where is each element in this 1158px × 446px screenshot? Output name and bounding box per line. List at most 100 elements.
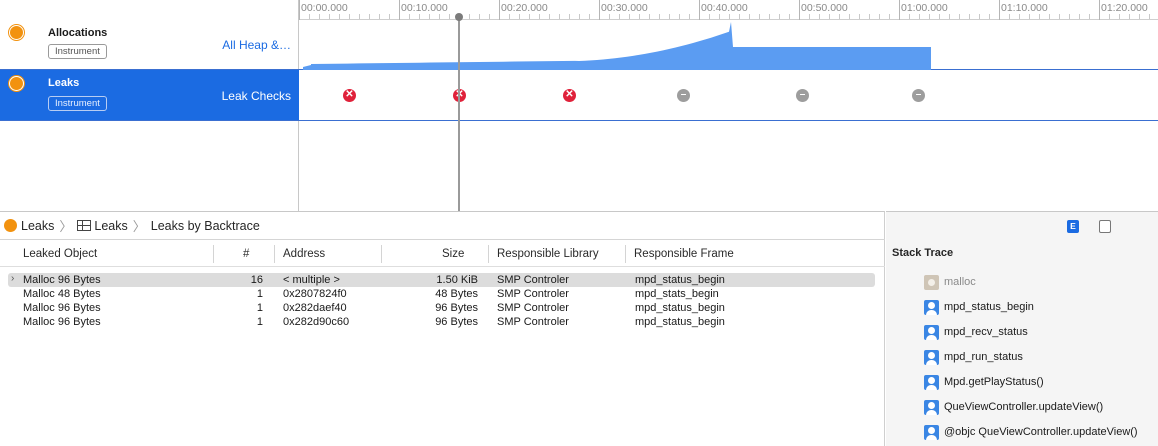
track-badge-leaks: Instrument	[48, 96, 107, 111]
leak-marker-glyph: ✕	[565, 89, 574, 100]
ruler-minor-tick	[369, 14, 370, 19]
table-row[interactable]: Malloc 96 Bytes 1 0x282d90c60 96 Bytes SMP C…	[8, 315, 875, 329]
disclosure-triangle-icon[interactable]: ›	[11, 273, 14, 284]
column-header-responsible-library[interactable]: Responsible Library	[497, 248, 599, 260]
ruler-minor-tick	[759, 14, 760, 19]
ruler-minor-tick	[629, 14, 630, 19]
ruler-minor-tick	[719, 14, 720, 19]
track-detail-allocations[interactable]: All Heap &…	[222, 38, 291, 52]
breadcrumb-instrument[interactable]: Leaks	[21, 219, 54, 233]
allocations-graph[interactable]	[299, 20, 1158, 70]
no-leak-icon[interactable]: –	[677, 89, 690, 102]
playhead[interactable]	[458, 14, 460, 211]
ruler-major-tick	[499, 0, 500, 20]
ruler-minor-tick	[309, 14, 310, 19]
leaks-instrument-icon	[9, 76, 24, 91]
cell-size: 96 Bytes	[435, 316, 478, 328]
ruler-minor-tick	[509, 14, 510, 19]
track-header-leaks[interactable]: Leaks Instrument Leak Checks	[0, 70, 299, 120]
inspector-pane: E Stack Trace malloc mpd_status_begin mpd_…	[886, 211, 1158, 446]
cell-address: < multiple >	[283, 274, 340, 286]
no-leak-icon[interactable]: –	[912, 89, 925, 102]
stack-frame[interactable]: Mpd.getPlayStatus()	[924, 373, 1044, 391]
leak-detected-icon[interactable]: ✕	[343, 89, 356, 102]
stack-frame[interactable]: mpd_recv_status	[924, 323, 1028, 341]
ruler-minor-tick	[569, 14, 570, 19]
ruler-minor-tick	[879, 14, 880, 19]
ruler-major-tick	[299, 0, 300, 20]
track-header-allocations[interactable]: Allocations Instrument All Heap &…	[0, 20, 299, 69]
column-divider[interactable]	[625, 245, 626, 263]
ruler-label: 01:00.000	[901, 2, 948, 14]
ruler-label: 00:20.000	[501, 2, 548, 14]
cell-object: Malloc 96 Bytes	[23, 316, 101, 328]
column-header-address[interactable]: Address	[283, 248, 325, 260]
stack-frame-name: malloc	[944, 276, 976, 288]
column-divider[interactable]	[488, 245, 489, 263]
track-allocations[interactable]: Allocations Instrument All Heap &…	[0, 20, 1158, 70]
stack-frame-name: @objc QueViewController.updateView()	[944, 426, 1138, 438]
column-header-count[interactable]: #	[243, 248, 249, 260]
ruler-minor-tick	[609, 14, 610, 19]
user-code-icon	[924, 299, 939, 315]
stack-frame[interactable]: mpd_run_status	[924, 348, 1023, 366]
ruler-minor-tick	[539, 14, 540, 19]
extended-detail-button[interactable]: E	[1067, 220, 1079, 233]
stack-frame[interactable]: QueViewController.updateView()	[924, 398, 1103, 416]
track-badge-allocations: Instrument	[48, 44, 107, 59]
ruler-minor-tick	[729, 14, 730, 19]
ruler-minor-tick	[839, 14, 840, 19]
ruler-label: 00:00.000	[301, 2, 348, 14]
ruler-minor-tick	[1039, 14, 1040, 19]
cell-frame: mpd_status_begin	[635, 274, 725, 286]
column-header-size[interactable]: Size	[442, 248, 464, 260]
column-header-responsible-frame[interactable]: Responsible Frame	[634, 248, 734, 260]
stack-frame[interactable]: mpd_status_begin	[924, 298, 1034, 316]
ruler-minor-tick	[649, 14, 650, 19]
breadcrumb-view[interactable]: Leaks	[94, 219, 127, 233]
no-leak-icon[interactable]: –	[796, 89, 809, 102]
table-row[interactable]: Malloc 48 Bytes 1 0x2807824f0 48 Bytes SMP C…	[8, 287, 875, 301]
stack-frame[interactable]: malloc	[924, 273, 976, 291]
track-detail-leaks[interactable]: Leak Checks	[222, 89, 291, 103]
cell-count: 1	[256, 302, 263, 314]
cell-library: SMP Controler	[497, 274, 569, 286]
leak-marker-glyph: –	[799, 89, 806, 100]
stack-frame-name: mpd_run_status	[944, 351, 1023, 363]
cell-size: 1.50 KiB	[436, 274, 478, 286]
ruler-minor-tick	[919, 14, 920, 19]
column-header-leaked-object[interactable]: Leaked Object	[23, 248, 97, 260]
ruler-minor-tick	[469, 14, 470, 19]
ruler-minor-tick	[389, 14, 390, 19]
time-ruler[interactable]: 00:00.000 00:10.000 00:20.000 00:30.000 00:4…	[299, 0, 1158, 20]
ruler-minor-tick	[529, 14, 530, 19]
ruler-minor-tick	[1049, 14, 1050, 19]
column-divider[interactable]	[213, 245, 214, 263]
table-grid-icon	[77, 220, 92, 231]
column-divider[interactable]	[274, 245, 275, 263]
ruler-minor-tick	[339, 14, 340, 19]
playhead-handle[interactable]	[455, 13, 463, 21]
column-divider[interactable]	[381, 245, 382, 263]
document-icon[interactable]	[1099, 220, 1111, 233]
ruler-minor-tick	[349, 14, 350, 19]
leak-detected-icon[interactable]: ✕	[563, 89, 576, 102]
table-row[interactable]: Malloc 96 Bytes 1 0x282daef40 96 Bytes SMP C…	[8, 301, 875, 315]
system-library-icon	[924, 274, 939, 290]
ruler-minor-tick	[639, 14, 640, 19]
detail-pane: Leaks 〉 Leaks 〉 Leaks by Backtrace Leake…	[0, 211, 885, 446]
breadcrumb-mode[interactable]: Leaks by Backtrace	[151, 219, 260, 233]
track-title-leaks: Leaks	[48, 77, 80, 89]
stack-frame[interactable]: @objc QueViewController.updateView()	[924, 423, 1138, 441]
ruler-minor-tick	[1139, 14, 1140, 19]
ruler-label: 00:30.000	[601, 2, 648, 14]
track-leaks[interactable]: Leaks Instrument Leak Checks ✕✕✕–––	[0, 70, 1158, 121]
ruler-minor-tick	[669, 14, 670, 19]
leak-marker-glyph: –	[915, 89, 922, 100]
stack-frame-name: mpd_recv_status	[944, 326, 1028, 338]
ruler-minor-tick	[929, 14, 930, 19]
table-row[interactable]: › Malloc 96 Bytes 16 < multiple > 1.50 KiB SM…	[8, 273, 875, 287]
ruler-minor-tick	[419, 14, 420, 19]
ruler-minor-tick	[689, 14, 690, 19]
allocations-instrument-icon	[9, 25, 24, 40]
